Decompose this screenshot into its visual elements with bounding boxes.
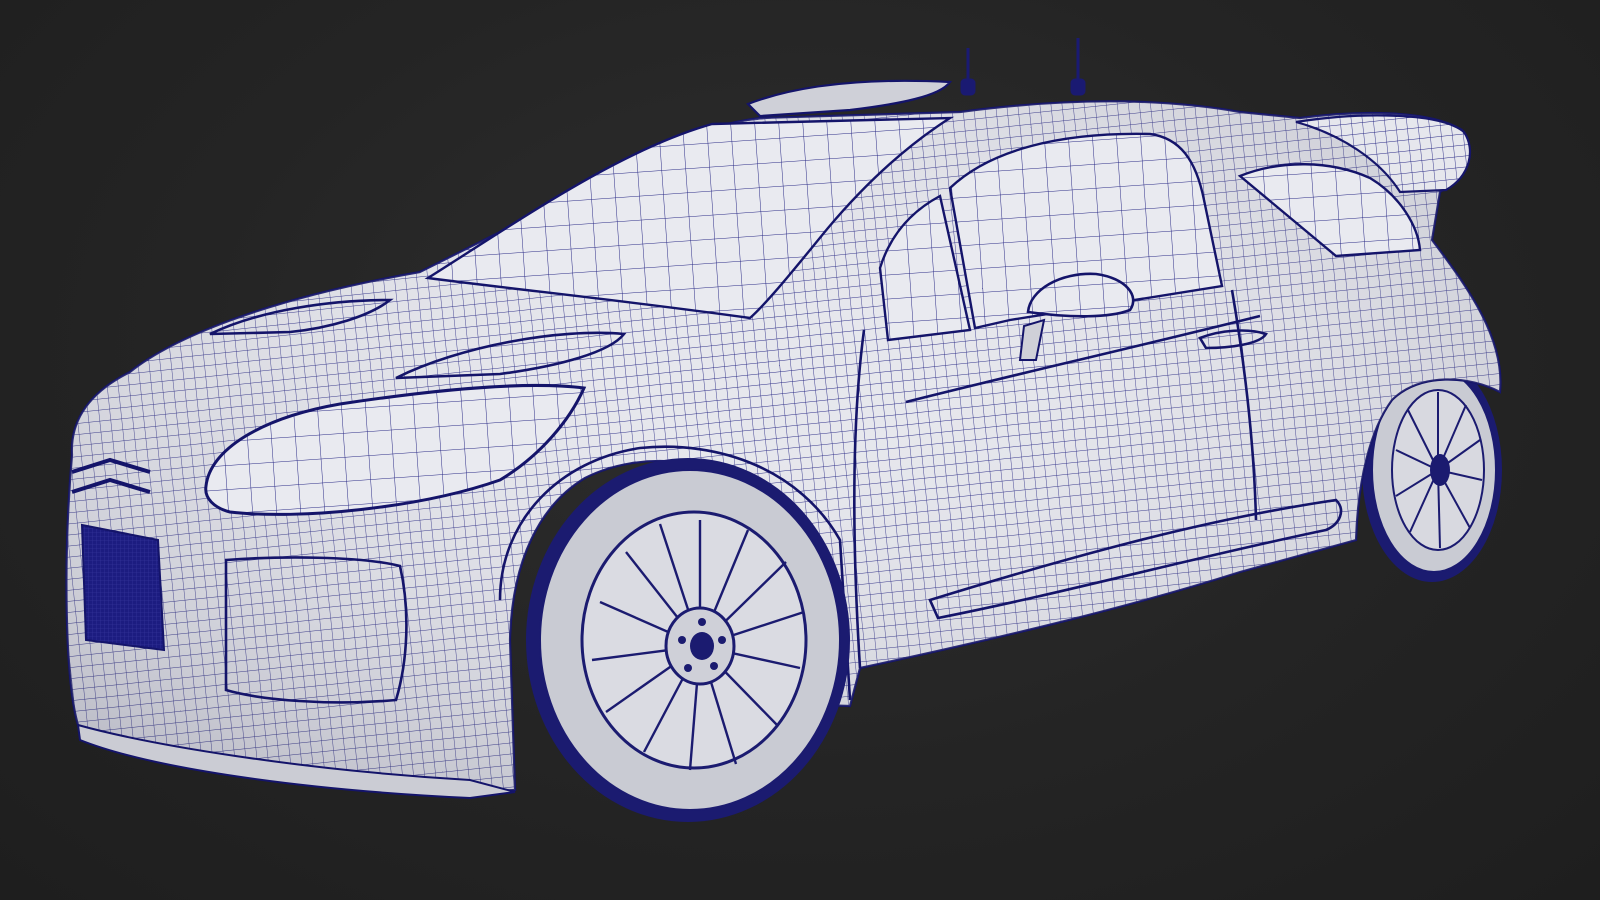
front-wheel — [526, 458, 850, 822]
render-viewport — [0, 0, 1600, 900]
front-grille — [80, 523, 166, 652]
roof-scoop — [746, 79, 953, 118]
roof-antennas — [960, 38, 1086, 96]
car-wireframe-render — [65, 38, 1502, 822]
